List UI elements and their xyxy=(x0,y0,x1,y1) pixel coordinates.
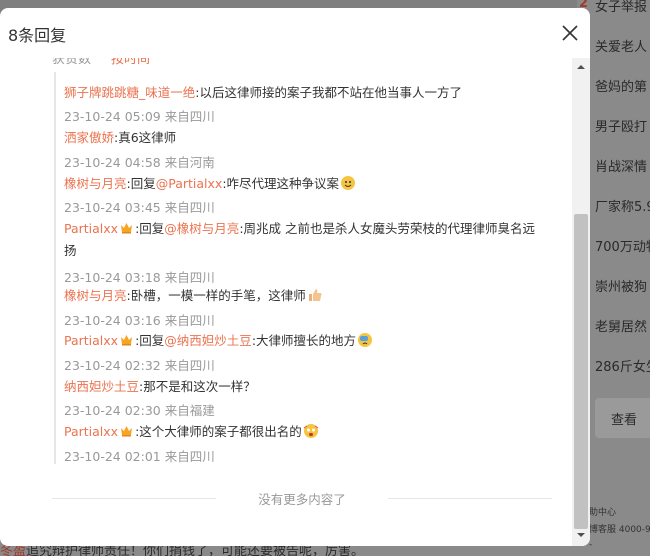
trending-item[interactable]: 肖战深情 xyxy=(595,156,647,175)
reply-item: 洒家傲娇:真6这律师 xyxy=(64,127,544,149)
reply-item: Partialxx:回复@橡树与月亮:周兆成 之前也是杀人女魔头劳荣枝的代理律师… xyxy=(64,218,544,262)
reply-meta: 23-10-24 02:30 来自福建 xyxy=(64,403,215,418)
trending-item[interactable]: 女子举报 xyxy=(595,0,647,15)
reply-username[interactable]: 纳西妲炒土豆 xyxy=(64,379,139,394)
divider xyxy=(388,498,552,499)
reply-text: :这个大律师的案子都很出名的 xyxy=(135,424,302,439)
footer-link[interactable]: 博客服 4000-960 xyxy=(589,522,650,535)
reply-meta: 23-10-24 02:01 来自四川 xyxy=(64,449,215,464)
reply-item: Partialxx :这个大律师的案子都很出名的 xyxy=(64,421,544,443)
thumbs-up-emoji-icon xyxy=(308,289,322,301)
mention-link[interactable]: @纳西妲炒土豆 xyxy=(164,333,252,348)
trending-item[interactable]: 老舅居然 xyxy=(595,316,647,335)
close-button[interactable] xyxy=(558,21,582,45)
doge-emoji-icon xyxy=(341,176,356,190)
reply-text: :回复 xyxy=(135,221,165,236)
trending-item[interactable]: 崇州被狗 xyxy=(595,276,647,295)
reply-text: :真6这律师 xyxy=(114,130,177,145)
trending-item[interactable]: 厂家称5.9 xyxy=(595,196,650,215)
trending-item[interactable]: 700万动物 xyxy=(595,236,650,255)
reply-meta: 23-10-24 03:18 来自四川 xyxy=(64,270,215,285)
sort-options: 获赞数 按时间 xyxy=(52,58,151,67)
reply-item: Partialxx :回复@纳西妲炒土豆:大律师擅长的地方 xyxy=(64,330,544,352)
reply-username[interactable]: 橡树与月亮 xyxy=(64,288,127,303)
reply-item: 橡树与月亮:回复@Partialxx:咋尽代理这种争议案 xyxy=(64,173,544,195)
reply-text: :以后这律师接的案子我都不站在他当事人一方了 xyxy=(195,85,462,100)
reply-item: 纳西妲炒土豆:那不是和这次一样？ xyxy=(64,376,544,398)
scroll-up-arrow-icon[interactable] xyxy=(572,60,590,74)
crown-badge-icon xyxy=(121,426,133,437)
scroll-down-arrow-icon[interactable] xyxy=(572,528,590,542)
reply-username[interactable]: Partialxx xyxy=(64,333,118,348)
trending-item[interactable]: 关爱老人 xyxy=(595,36,647,55)
reply-text: :那不是和这次一样？ xyxy=(139,379,256,394)
reply-item: 狮子牌跳跳糖_味道一绝:以后这律师接的案子我都不站在他当事人一方了 xyxy=(64,82,544,104)
mention-link[interactable]: @Partialxx xyxy=(156,176,223,191)
replies-dialog: 8条回复 获赞数 按时间 狮子牌跳跳糖_味道一绝:以后这律师接的案子我都不站在他当… xyxy=(0,8,590,546)
reply-meta: 23-10-24 03:45 来自四川 xyxy=(64,200,215,215)
reply-username[interactable]: 狮子牌跳跳糖_味道一绝 xyxy=(64,85,195,100)
reply-text: :大律师擅长的地方 xyxy=(251,333,357,348)
end-of-list: 没有更多内容了 xyxy=(52,491,552,507)
facepalm-emoji-icon xyxy=(358,333,373,347)
crown-badge-icon xyxy=(121,223,133,234)
mention-link[interactable]: @橡树与月亮 xyxy=(164,221,239,236)
reply-text: :咋尽代理这种争议案 xyxy=(222,176,340,191)
reply-username[interactable]: Partialxx xyxy=(64,424,118,439)
dialog-title: 8条回复 xyxy=(8,26,67,45)
reply-text: :卧槽，一模一样的手笔，这律师 xyxy=(126,288,306,303)
reply-meta: 23-10-24 04:58 来自河南 xyxy=(64,155,215,170)
scrollbar-thumb[interactable] xyxy=(574,214,588,529)
scrollbar[interactable] xyxy=(572,58,590,546)
trending-item[interactable]: 爸妈的第 xyxy=(595,76,647,95)
dialog-header: 8条回复 xyxy=(0,8,590,58)
reply-username[interactable]: Partialxx xyxy=(64,221,118,236)
footer-link[interactable]: 助中心 xyxy=(589,505,616,518)
reply-text: :回复 xyxy=(126,176,156,191)
reply-list: 狮子牌跳跳糖_味道一绝:以后这律师接的案子我都不站在他当事人一方了 23-10-2… xyxy=(54,72,556,464)
crown-badge-icon xyxy=(121,335,133,346)
reply-username[interactable]: 橡树与月亮 xyxy=(64,176,127,191)
close-icon xyxy=(562,25,578,41)
trending-item[interactable]: 286斤女生 xyxy=(595,356,650,375)
reply-meta: 23-10-24 02:32 来自四川 xyxy=(64,358,215,373)
replies-content[interactable]: 获赞数 按时间 狮子牌跳跳糖_味道一绝:以后这律师接的案子我都不站在他当事人一方了… xyxy=(0,58,572,546)
trending-item[interactable]: 男子殴打 xyxy=(595,116,647,135)
reply-username[interactable]: 洒家傲娇 xyxy=(64,130,114,145)
view-more-button[interactable]: 查看 xyxy=(595,398,650,438)
reply-meta: 23-10-24 03:16 来自四川 xyxy=(64,313,215,328)
reply-text: :回复 xyxy=(135,333,165,348)
shocked-emoji-icon xyxy=(303,424,319,438)
reply-meta: 23-10-24 05:09 来自四川 xyxy=(64,109,215,124)
reply-item: 橡树与月亮:卧槽，一模一样的手笔，这律师 xyxy=(64,285,544,307)
